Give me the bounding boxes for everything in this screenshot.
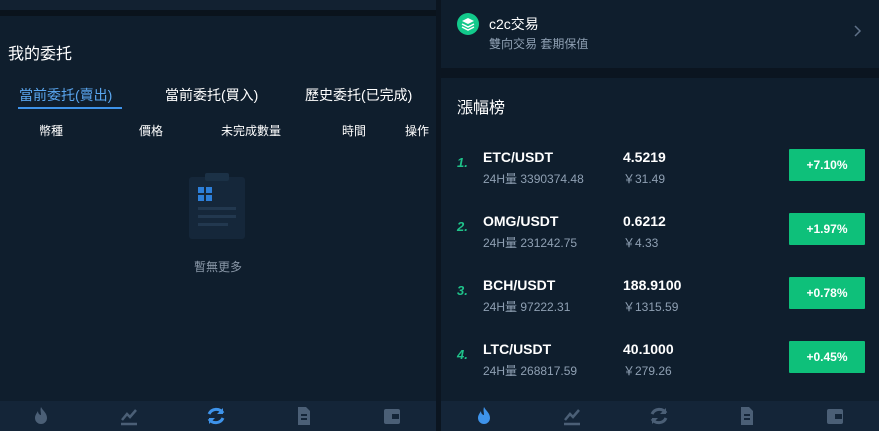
change-percent-button[interactable]: +0.45% (789, 341, 865, 373)
volume-24h: 24H量 3390374.48 (483, 172, 584, 186)
tab-current-sell[interactable]: 當前委托(賣出) (19, 85, 112, 105)
refresh-icon[interactable] (648, 405, 670, 427)
empty-state-text: 暫無更多 (193, 260, 242, 274)
market-row[interactable]: 2. OMG/USDT 24H量 231242.75 0.6212 ￥4.33 … (441, 205, 879, 267)
rank-number: 4. (457, 347, 468, 362)
bottom-nav (0, 401, 436, 431)
cny-price: ￥31.49 (623, 172, 666, 186)
cny-price: ￥279.26 (623, 364, 672, 378)
market-row[interactable]: 3. BCH/USDT 24H量 97222.31 188.9100 ￥1315… (441, 269, 879, 331)
change-percent-button[interactable]: +7.10% (789, 149, 865, 181)
chart-icon[interactable] (118, 405, 140, 427)
last-price: 4.5219 (623, 149, 666, 165)
pair-name: BCH/USDT (483, 277, 556, 293)
bottom-nav (441, 401, 879, 431)
last-price: 188.9100 (623, 277, 682, 293)
change-percent-button[interactable]: +1.97% (789, 213, 865, 245)
volume-24h: 24H量 97222.31 (483, 300, 571, 314)
orders-panel: 我的委托 當前委托(賣出) 當前委托(買入) 歷史委托(已完成) 幣種 價格 未… (0, 0, 436, 431)
empty-clipboard-icon (189, 173, 245, 239)
column-header-remaining: 未完成數量 (221, 124, 282, 138)
refresh-icon[interactable] (205, 405, 227, 427)
fire-icon[interactable] (30, 405, 52, 427)
volume-24h: 24H量 268817.59 (483, 364, 578, 378)
c2c-subtitle: 雙向交易 套期保值 (489, 37, 589, 51)
ranking-title: 漲幅榜 (457, 100, 506, 117)
column-header-coin: 幣種 (39, 124, 64, 138)
rank-number: 1. (457, 155, 468, 170)
rank-number: 3. (457, 283, 468, 298)
column-header-price: 價格 (139, 124, 164, 138)
tab-history[interactable]: 歷史委托(已完成) (305, 85, 412, 105)
change-percent-button[interactable]: +0.78% (789, 277, 865, 309)
layers-icon (457, 13, 479, 35)
section-gap (441, 68, 879, 78)
cny-price: ￥4.33 (623, 236, 659, 250)
cny-price: ￥1315.59 (623, 300, 679, 314)
pair-name: LTC/USDT (483, 341, 552, 357)
market-panel: c2c交易 雙向交易 套期保值 漲幅榜 1. ETC/USDT 24H量 339… (441, 0, 879, 431)
c2c-entry[interactable]: c2c交易 雙向交易 套期保值 (441, 0, 879, 68)
order-tabs: 當前委托(賣出) 當前委托(買入) 歷史委托(已完成) (0, 85, 436, 109)
fire-icon[interactable] (473, 405, 495, 427)
document-icon[interactable] (736, 405, 758, 427)
document-icon[interactable] (293, 405, 315, 427)
wallet-icon[interactable] (824, 405, 846, 427)
page-title: 我的委托 (8, 46, 73, 63)
market-row[interactable]: 1. ETC/USDT 24H量 3390374.48 4.5219 ￥31.4… (441, 141, 879, 203)
wallet-icon[interactable] (381, 405, 403, 427)
active-tab-indicator (18, 107, 122, 109)
chevron-right-icon (854, 25, 862, 37)
column-header-action: 操作 (405, 124, 430, 138)
pair-name: ETC/USDT (483, 149, 553, 165)
chart-icon[interactable] (561, 405, 583, 427)
column-header-time: 時間 (342, 124, 367, 138)
market-row[interactable]: 4. LTC/USDT 24H量 268817.59 40.1000 ￥279.… (441, 333, 879, 395)
c2c-title: c2c交易 (489, 16, 539, 32)
pair-name: OMG/USDT (483, 213, 559, 229)
rank-number: 2. (457, 219, 468, 234)
top-divider (0, 10, 436, 16)
volume-24h: 24H量 231242.75 (483, 236, 578, 250)
last-price: 40.1000 (623, 341, 674, 357)
tab-current-buy[interactable]: 當前委托(買入) (165, 85, 258, 105)
last-price: 0.6212 (623, 213, 666, 229)
